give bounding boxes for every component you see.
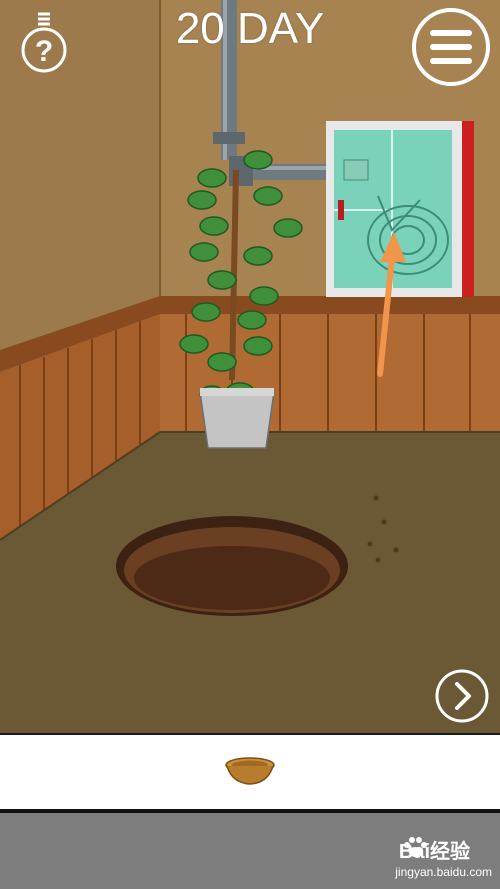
hint-button[interactable]: ? bbox=[18, 6, 70, 74]
inventory-item-bowl[interactable] bbox=[224, 755, 276, 789]
chevron-right-icon bbox=[435, 669, 489, 723]
inventory-bar bbox=[0, 733, 500, 813]
hamburger-menu-icon bbox=[412, 8, 490, 86]
lightbulb-question-icon: ? bbox=[21, 12, 67, 73]
menu-button[interactable] bbox=[410, 6, 492, 88]
watermark-brand: Bai经验 bbox=[398, 841, 470, 863]
game-scene: 20 DAY ? bbox=[0, 0, 500, 733]
watermark-url: jingyan.baidu.com bbox=[395, 865, 492, 879]
svg-text:?: ? bbox=[35, 35, 53, 68]
next-scene-button[interactable] bbox=[434, 668, 490, 724]
room-illustration bbox=[0, 0, 500, 733]
bowl-icon bbox=[225, 757, 275, 785]
watermark-area: Bai经验 jingyan.baidu.com bbox=[0, 813, 500, 889]
